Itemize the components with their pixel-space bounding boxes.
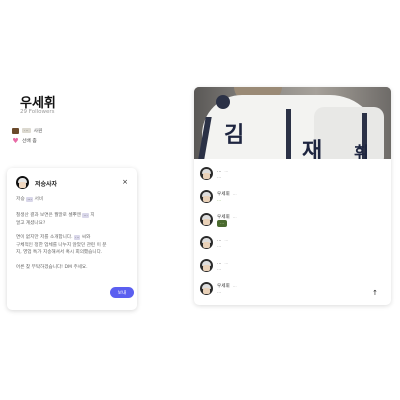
jersey-letter-1: 김	[224, 122, 245, 148]
comment-item: ...... ...	[200, 257, 385, 280]
comment-author[interactable]: 우세휘...	[217, 283, 237, 289]
comment-author[interactable]: ......	[217, 260, 228, 266]
comment-text: ...	[217, 220, 228, 227]
comment-text: ...	[217, 244, 222, 249]
comment-avatar[interactable]	[200, 259, 213, 272]
comment-avatar[interactable]	[200, 236, 213, 249]
post-photo[interactable]: 김 재 휘	[194, 87, 391, 159]
message-card: 저승사자 × 저승 ... 서비 철생산 결과 보면은 월말로 셀뿌엔 ... …	[7, 168, 137, 310]
comment-author[interactable]: 우세휘...	[217, 191, 237, 197]
followers-count[interactable]: 29 Followers	[20, 109, 55, 115]
comment-author[interactable]: ......	[217, 168, 228, 174]
comment-text: ...	[217, 290, 222, 295]
comment-text: ...	[217, 198, 222, 203]
close-icon[interactable]: ×	[122, 178, 128, 186]
comment-avatar[interactable]	[200, 213, 213, 226]
job-company: ...	[22, 128, 31, 133]
comment-item: 우세휘... ...	[200, 188, 385, 211]
message-body: 철생산 결과 보면은 월말로 셀뿌엔 ... 지 얼고 계셨나요? 면이 없지만…	[16, 212, 130, 279]
sender-service-highlight: ...	[26, 197, 33, 202]
comment-text: ...	[217, 175, 222, 180]
comment-item: 우세휘... ...	[200, 280, 385, 303]
like-text: 선배 좀	[22, 139, 37, 144]
job-title: 사원	[33, 129, 43, 134]
comment-avatar[interactable]	[200, 190, 213, 203]
briefcase-icon	[12, 127, 19, 134]
like-row: ♥ 선배 좀	[12, 136, 37, 145]
message-paragraph-2: 면이 없지만 저를 소개합니다. ... 씨와 구체적인 정한 업체를 나누지 …	[16, 235, 107, 256]
comment-item: ...... ...	[200, 165, 385, 188]
arrow-up-icon[interactable]: ↑	[369, 287, 381, 299]
comment-list: ...... ... 우세휘... ... 우세휘... ... ...... …	[200, 165, 385, 303]
jersey-letter-2: 재	[302, 138, 323, 159]
job-row: ... 사원	[12, 127, 42, 134]
jersey-letter-3: 휘	[354, 143, 369, 159]
comment-item: 우세휘... ...	[200, 211, 385, 234]
message-paragraph-1: 철생산 결과 보면은 월말로 셀뿌엔 ... 지 얼고 계셨나요?	[16, 213, 95, 226]
message-paragraph-3: 어른 찾 부탁하겠습니다! DM 주세요.	[16, 264, 88, 270]
post-card: 김 재 휘 ...... ... 우세휘... ... 우세휘... ... .…	[194, 87, 391, 305]
send-button[interactable]: 보내	[110, 287, 134, 298]
comment-item: ...... ...	[200, 234, 385, 257]
comment-avatar[interactable]	[200, 282, 213, 295]
heart-icon: ♥	[12, 136, 19, 145]
page: 우세휘 29 Followers ... 사원 ♥ 선배 좀 저승사자 × 저승…	[0, 0, 400, 400]
comment-avatar[interactable]	[200, 167, 213, 180]
comment-author[interactable]: ......	[217, 237, 228, 243]
sender-avatar[interactable]	[16, 176, 29, 189]
comment-text: ...	[217, 267, 222, 272]
sender-subtitle: 저승 ... 서비	[16, 197, 44, 202]
sender-name: 저승사자	[35, 181, 58, 188]
